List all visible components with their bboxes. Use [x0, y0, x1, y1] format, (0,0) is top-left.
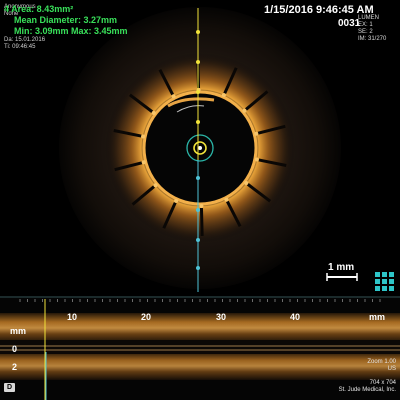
min-max-diameter: Min: 3.09mm Max: 3.45mm	[14, 26, 128, 36]
stent-strut	[221, 93, 226, 98]
image-resolution: 704 x 704	[369, 380, 396, 386]
study-date: Da: 15.01.2016	[4, 37, 46, 43]
lumen-area: 4 Area: 8.43mm²	[4, 4, 74, 14]
mean-diameter: Mean Diameter: 3.27mm	[14, 15, 118, 25]
x-tick-10: 10	[67, 312, 78, 322]
stent-strut	[254, 157, 259, 162]
info-image: IM: 31/270	[358, 36, 387, 42]
vendor-name: St. Jude Medical, Inc.	[338, 387, 396, 393]
longitudinal-unit-left: mm	[10, 326, 27, 336]
x-tick-40: 40	[290, 312, 301, 322]
direction-badge[interactable]: D	[4, 383, 15, 392]
frame-number: 0031	[338, 18, 361, 29]
stent-strut	[174, 198, 179, 203]
stent-strut	[171, 94, 176, 99]
catheter-center	[198, 146, 202, 150]
grid-view-icon[interactable]	[375, 272, 397, 292]
measure-dot	[196, 60, 200, 64]
strut-shadow	[199, 207, 204, 237]
measure-dot	[196, 176, 200, 180]
stent-strut	[141, 134, 146, 139]
stent-strut	[244, 181, 249, 186]
stent-strut	[224, 197, 229, 202]
measure-dot	[196, 120, 200, 124]
study-time: Ti: 09:46:45	[4, 44, 36, 50]
y-tick-2: 2	[12, 362, 18, 372]
panel-separator	[0, 296, 400, 298]
stent-strut	[141, 160, 146, 165]
measure-dot	[196, 90, 200, 94]
x-tick-30: 30	[216, 312, 227, 322]
stent-strut	[153, 183, 158, 188]
longitudinal-wall-bottom	[0, 352, 400, 380]
measure-dot	[196, 30, 200, 34]
stent-strut	[254, 131, 259, 136]
longitudinal-wall-top	[0, 313, 400, 343]
scale-bar-label: 1 mm	[328, 262, 355, 273]
oct-viewer: Anonymous None Da: 15.01.2016 Ti: 09:46:…	[0, 0, 400, 400]
stent-strut	[199, 203, 204, 208]
info-series: SE: 2	[358, 29, 373, 35]
measure-dot	[196, 208, 200, 212]
y-tick-0: 0	[12, 344, 18, 354]
longitudinal-lumen	[0, 340, 400, 354]
measure-dot	[196, 238, 200, 242]
info-lumen: LUMEN	[358, 15, 380, 21]
info-exam: EX: 1	[358, 22, 373, 28]
oct-image-canvas	[0, 7, 400, 400]
longitudinal-unit-right: mm	[369, 312, 386, 322]
stent-strut	[151, 110, 156, 115]
zoom-level: Zoom 1.00	[367, 359, 396, 365]
x-tick-20: 20	[141, 312, 152, 322]
stent-strut	[242, 108, 247, 113]
modality-us: US	[387, 366, 396, 372]
measure-dot	[196, 266, 200, 270]
